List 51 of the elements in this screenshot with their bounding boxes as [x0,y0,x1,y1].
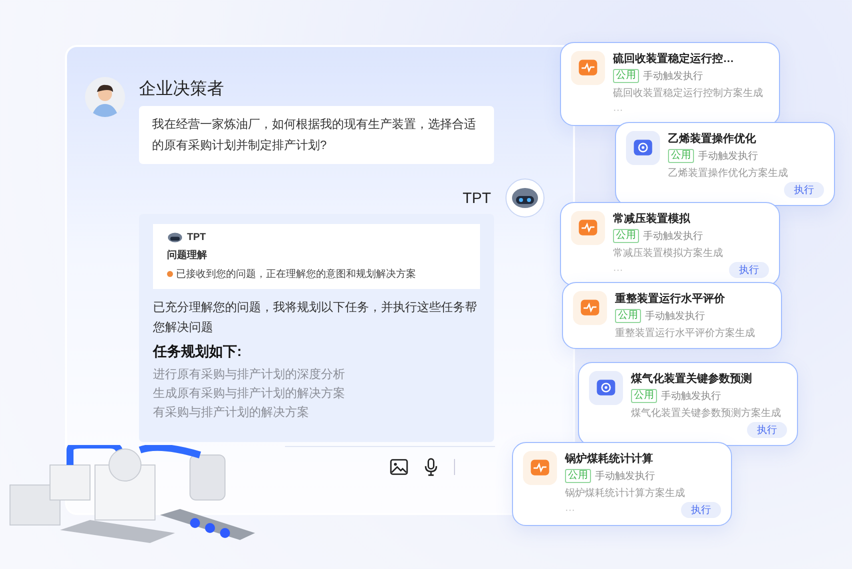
agent-description: 硫回收装置稳定运行控制方案生成 [613,86,763,100]
trigger-mode: 手动触发执行 [643,70,703,83]
robot-icon [167,232,183,243]
agent-card[interactable]: 乙烯装置操作优化 公用 手动触发执行 乙烯装置操作优化方案生成 执行 [615,122,835,206]
user-name: 企业决策者 [139,78,225,100]
agent-title: 常减压装置模拟 [613,212,692,226]
plan-title: 任务规划如下: [153,343,243,361]
agent-card[interactable]: 重整装置运行水平评价 公用 手动触发执行 重整装置运行水平评价方案生成 [562,282,782,349]
user-message: 我在经营一家炼油厂，如何根据我的现有生产装置，选择合适的原有采购计划并制定排产计划? [139,106,494,164]
trigger-mode: 手动触发执行 [698,150,758,163]
status-dot-icon [167,271,173,277]
preview-bot-name: TPT [187,232,206,243]
agent-card[interactable]: 硫回收装置稳定运行控… 公用 手动触发执行 硫回收装置稳定运行控制方案生成 ··· [560,42,780,126]
trigger-mode: 手动触发执行 [645,310,705,323]
agent-title: 煤气化装置关键参数预测 [631,372,753,386]
agent-card[interactable]: 锅炉煤耗统计计算 公用 手动触发执行 锅炉煤耗统计计算方案生成 ··· 执行 [512,442,732,526]
public-tag: 公用 [668,149,694,163]
plan-item: 进行原有采购与排产计划的深度分析 [153,366,346,383]
microphone-icon[interactable] [422,458,440,476]
preview-status-text: 已接收到您的问题，正在理解您的意图和规划解决方案 [176,268,416,281]
trigger-mode: 手动触发执行 [661,390,721,403]
plan-item: 生成原有采购与排产计划的解决方案 [153,385,346,402]
agent-description: 常减压装置模拟方案生成 [613,246,723,260]
user-avatar-icon [85,77,125,117]
public-tag: 公用 [613,229,639,243]
trigger-mode: 手动触发执行 [643,230,703,243]
run-button[interactable]: 执行 [681,502,721,518]
agent-title: 锅炉煤耗统计计算 [565,452,654,466]
agent-card[interactable]: 煤气化装置关键参数预测 公用 手动触发执行 煤气化装置关键参数预测方案生成 执行 [578,362,798,446]
public-tag: 公用 [613,69,639,83]
run-button[interactable]: 执行 [729,262,769,278]
plan-item: 有采购与排产计划的解决方案 [153,404,310,421]
agent-description: 重整装置运行水平评价方案生成 [615,326,755,340]
public-tag: 公用 [631,389,657,403]
reply-text: 已充分理解您的问题，我将规划以下任务，并执行这些任务帮您解决问题 [153,299,478,336]
robot-avatar-icon [505,178,545,218]
agent-title: 乙烯装置操作优化 [668,132,757,146]
run-button[interactable]: 执行 [747,422,787,438]
agent-title: 重整装置运行水平评价 [615,292,726,306]
public-tag: 公用 [565,469,591,483]
agent-description: 锅炉煤耗统计计算方案生成 [565,486,685,500]
agent-card[interactable]: 常减压装置模拟 公用 手动触发执行 常减压装置模拟方案生成 ··· 执行 [560,202,780,286]
preview-heading: 问题理解 [167,248,208,262]
bot-name: TPT [462,190,491,206]
agent-title: 硫回收装置稳定运行控… [613,52,735,66]
trigger-mode: 手动触发执行 [595,470,655,483]
run-button[interactable]: 执行 [784,182,824,198]
agent-description: 煤气化装置关键参数预测方案生成 [631,406,781,420]
image-icon[interactable] [390,458,408,476]
public-tag: 公用 [615,309,641,323]
agent-description: 乙烯装置操作优化方案生成 [668,166,788,180]
